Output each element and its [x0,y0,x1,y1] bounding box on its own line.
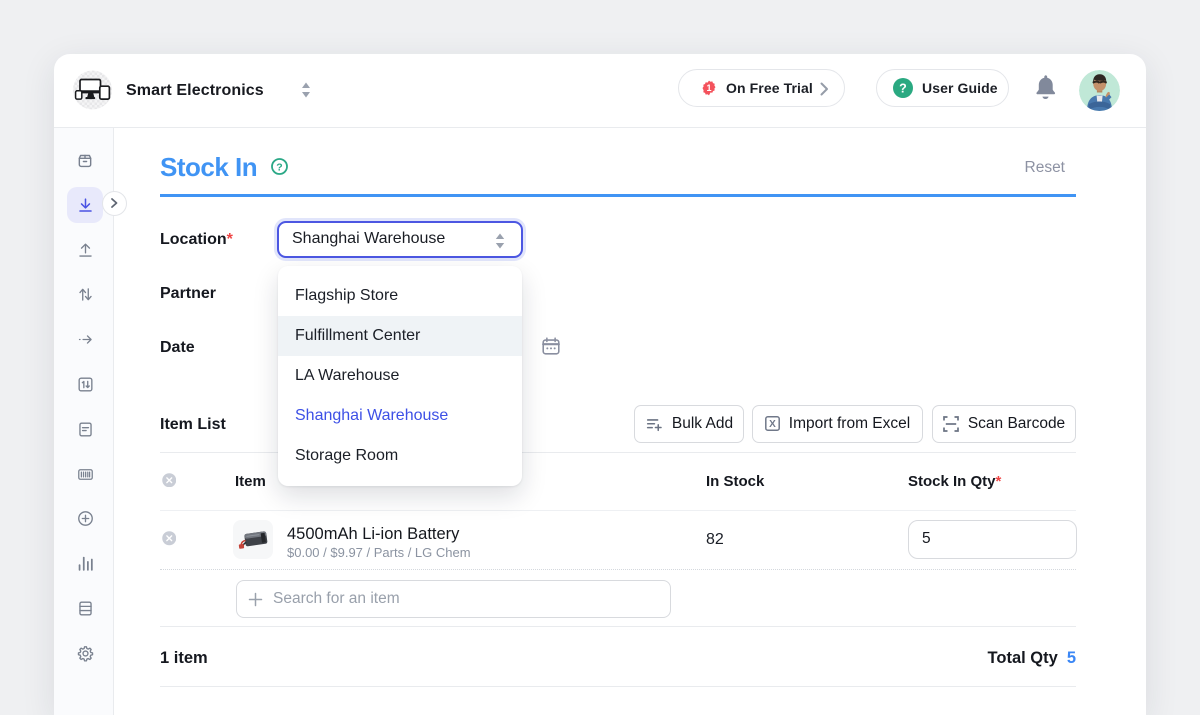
svg-text:X: X [769,419,776,430]
svg-text:1: 1 [706,83,711,93]
svg-text:?: ? [899,81,907,95]
svg-text:?: ? [276,161,282,173]
